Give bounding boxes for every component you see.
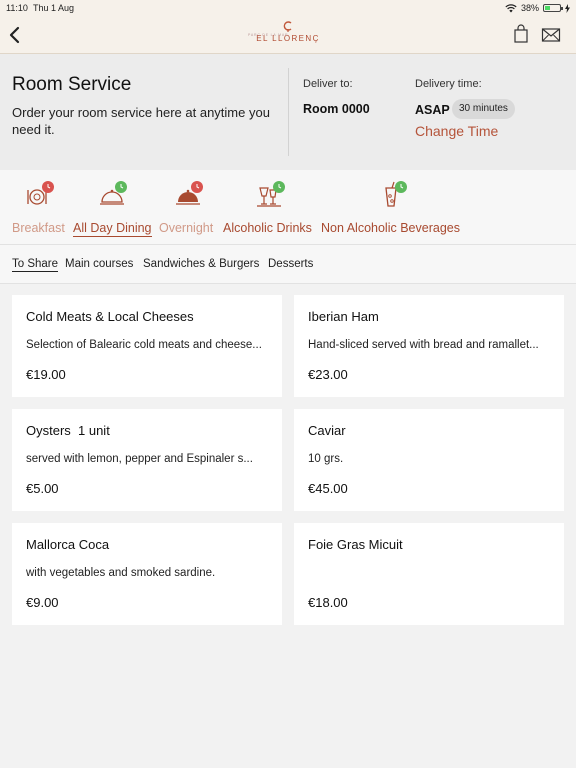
tab-non-alcoholic-beverages[interactable]: Non Alcoholic Beverages [321, 170, 461, 245]
page-title: Room Service [12, 74, 132, 95]
envelope-icon [541, 28, 561, 42]
item-name: Foie Gras Micuit [308, 537, 403, 552]
page-description: Order your room service here at anytime … [12, 105, 270, 137]
delivery-asap: ASAP [415, 103, 450, 117]
menu-item-card[interactable]: Cold Meats & Local Cheeses Selection of … [12, 295, 282, 397]
header-divider [288, 68, 289, 156]
item-price: €5.00 [26, 481, 59, 496]
subcategory-tabs: To Share Main courses Sandwiches & Burge… [0, 245, 576, 284]
menu-item-card[interactable]: Oysters 1 unit served with lemon, pepper… [12, 409, 282, 511]
item-price: €45.00 [308, 481, 348, 496]
chevron-left-icon [9, 26, 20, 44]
brand-logo: EL LLORENÇ PARC DE LA MAR [248, 20, 328, 52]
subtab-sandwiches-burgers[interactable]: Sandwiches & Burgers [143, 258, 259, 270]
room-number: Room 0000 [303, 102, 370, 116]
status-bar: 11:10 Thu 1 Aug 38% [0, 0, 576, 16]
nav-bar: EL LLORENÇ PARC DE LA MAR [0, 16, 576, 54]
item-description: served with lemon, pepper and Espinaler … [26, 453, 253, 465]
logo-mark-icon [248, 20, 328, 34]
item-price: €18.00 [308, 595, 348, 610]
messages-button[interactable] [541, 27, 561, 43]
tab-label-non-alcoholic-beverages: Non Alcoholic Beverages [321, 221, 460, 235]
back-button[interactable] [6, 24, 26, 46]
status-right: 38% [505, 3, 570, 13]
tab-label-alcoholic-drinks: Alcoholic Drinks [223, 221, 312, 235]
tab-label-breakfast: Breakfast [12, 221, 65, 235]
item-name: Mallorca Coca [26, 537, 110, 552]
item-name: Iberian Ham [308, 309, 379, 324]
status-date: Thu 1 Aug [33, 3, 75, 13]
battery-fill [545, 6, 551, 10]
cloche-icon [100, 181, 127, 205]
wifi-icon [505, 3, 517, 12]
item-price: €9.00 [26, 595, 59, 610]
item-name: Cold Meats & Local Cheeses [26, 309, 194, 324]
subtab-desserts[interactable]: Desserts [268, 258, 313, 270]
deliver-to-label: Deliver to: [303, 78, 353, 90]
shopping-bag-icon [514, 24, 528, 43]
cloche-filled-icon [176, 181, 203, 205]
cart-button[interactable] [513, 24, 529, 44]
tab-alcoholic-drinks[interactable]: Alcoholic Drinks [223, 170, 315, 245]
item-description: Selection of Balearic cold meats and che… [26, 339, 262, 351]
wine-glasses-icon [257, 181, 285, 207]
change-time-link[interactable]: Change Time [415, 123, 498, 139]
subtab-to-share[interactable]: To Share [12, 258, 59, 272]
room-service-header: Room Service Order your room service her… [0, 54, 576, 170]
tab-overnight[interactable]: Overnight [159, 170, 217, 245]
menu-item-card[interactable]: Iberian Ham Hand-sliced served with brea… [294, 295, 564, 397]
logo-subtitle: PARC DE LA MAR [248, 33, 289, 37]
subtab-main-courses[interactable]: Main courses [65, 258, 133, 270]
battery-icon [543, 4, 563, 12]
item-price: €23.00 [308, 367, 348, 382]
item-description: Hand-sliced served with bread and ramall… [308, 339, 539, 351]
item-name: Oysters 1 unit [26, 423, 110, 438]
menu-item-card[interactable]: Mallorca Coca with vegetables and smoked… [12, 523, 282, 625]
breakfast-icon [27, 181, 54, 205]
status-time: 11:10 [6, 3, 28, 13]
battery-percent: 38% [520, 3, 539, 13]
item-price: €19.00 [26, 367, 66, 382]
menu-item-card[interactable]: Caviar 10 grs. €45.00 [294, 409, 564, 511]
tab-breakfast[interactable]: Breakfast [12, 170, 67, 245]
tab-label-all-day-dining: All Day Dining [73, 221, 152, 237]
menu-item-card[interactable]: Foie Gras Micuit €18.00 [294, 523, 564, 625]
item-description: with vegetables and smoked sardine. [26, 567, 216, 579]
charging-bolt-icon [565, 3, 570, 13]
tab-all-day-dining[interactable]: All Day Dining [73, 170, 153, 245]
item-name: Caviar [308, 423, 346, 438]
tab-label-overnight: Overnight [159, 221, 214, 235]
item-description: 10 grs. [308, 453, 344, 465]
delivery-minutes-badge: 30 minutes [452, 99, 515, 119]
soda-glass-icon [385, 181, 407, 207]
delivery-time-label: Delivery time: [415, 78, 482, 90]
category-tabs: Breakfast All Day Dining Overnight Alcoh… [0, 170, 576, 245]
